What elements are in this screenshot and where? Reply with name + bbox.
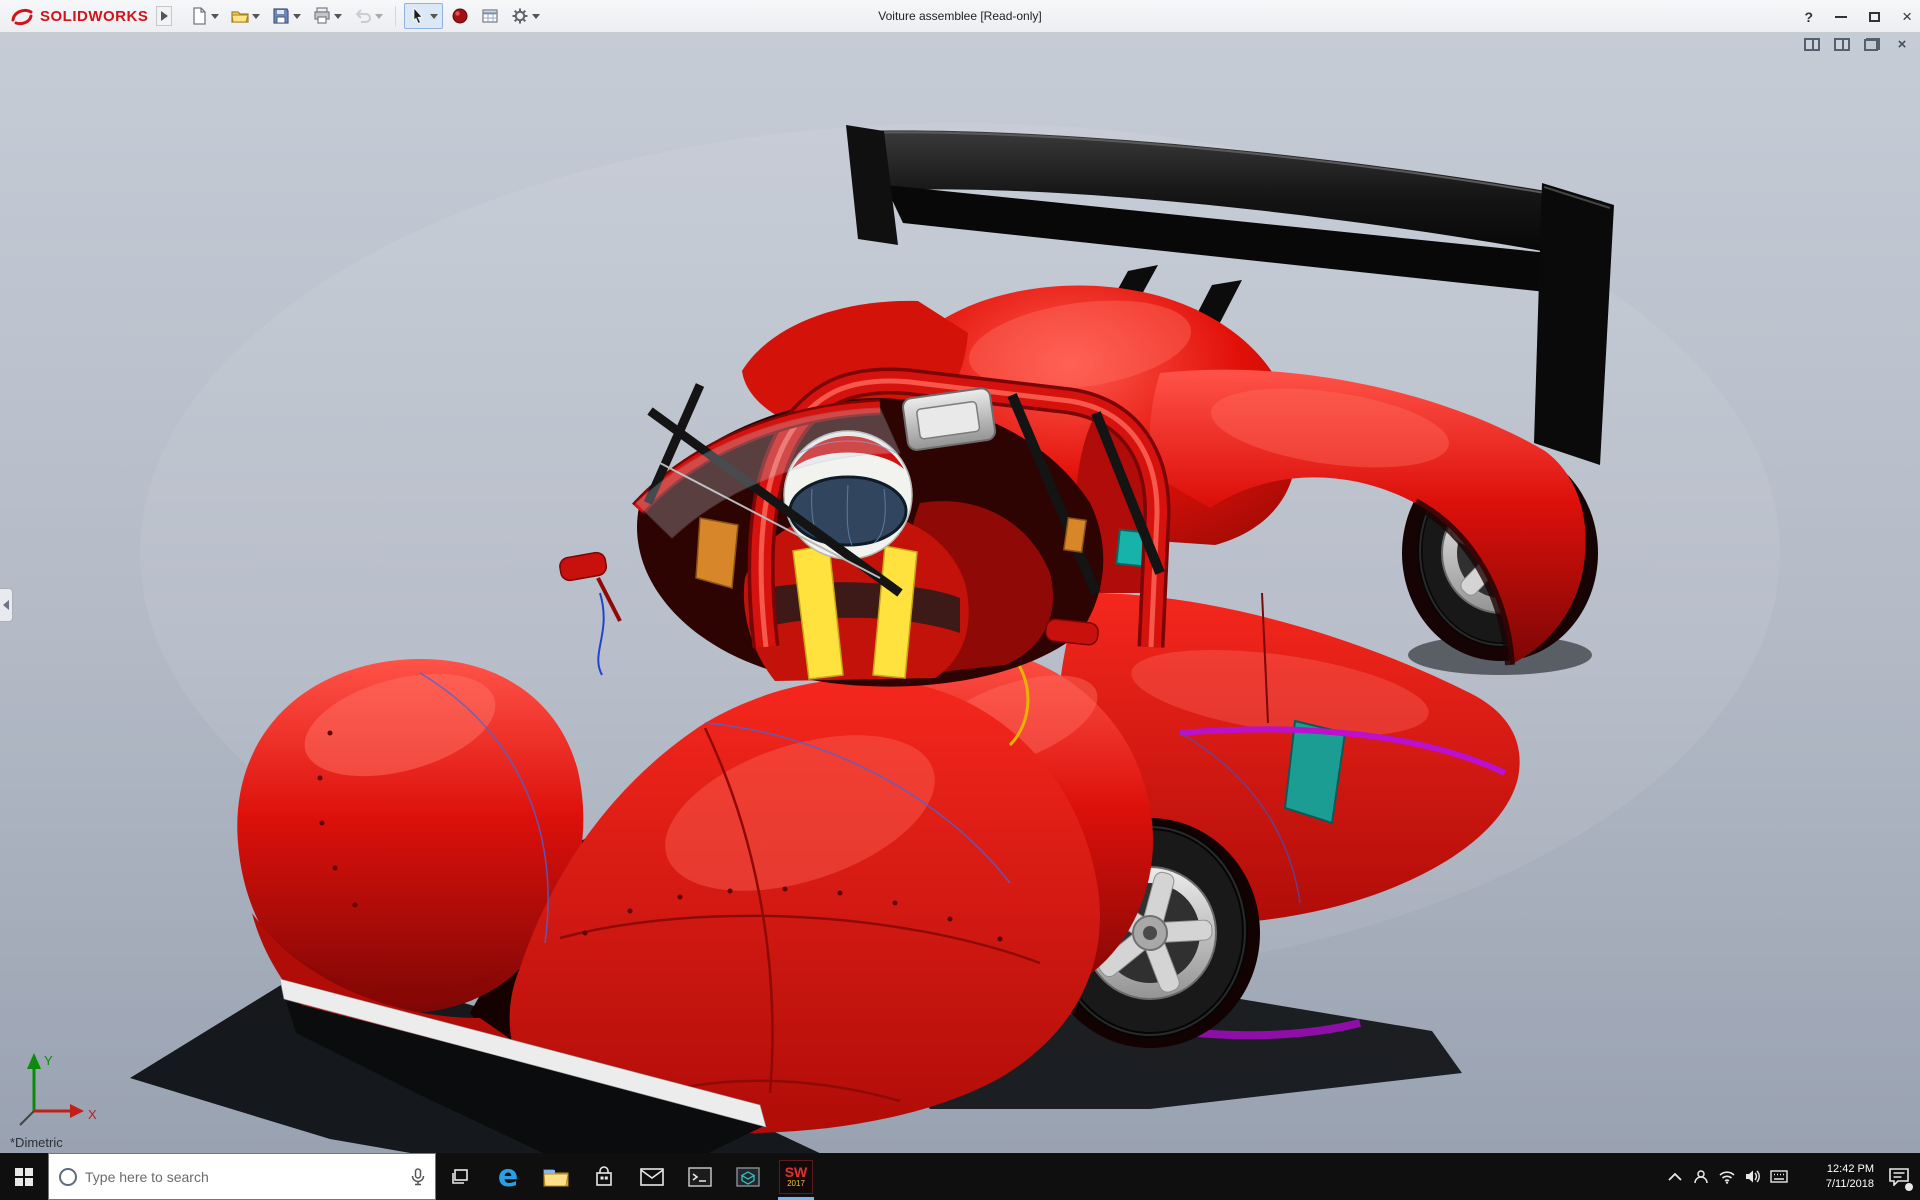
task-view-button[interactable] (436, 1153, 484, 1200)
command-prompt-button[interactable] (676, 1153, 724, 1200)
dark-app-icon (736, 1167, 760, 1187)
dropdown-caret-icon[interactable] (211, 14, 219, 19)
help-button[interactable]: ? (1805, 9, 1814, 25)
graphics-viewport[interactable]: × (0, 33, 1920, 1153)
dropdown-caret-icon[interactable] (532, 14, 540, 19)
windows-taskbar: e SW 20 (0, 1153, 1920, 1200)
tray-volume-button[interactable] (1740, 1153, 1766, 1200)
notification-badge (1905, 1183, 1913, 1191)
print-icon (313, 7, 331, 25)
undo-button[interactable] (350, 4, 387, 28)
search-input[interactable] (85, 1169, 403, 1185)
window-controls: ? × (1805, 0, 1913, 33)
file-explorer-button[interactable] (532, 1153, 580, 1200)
solidworks-logo: SOLIDWORKS (0, 6, 156, 26)
options-button[interactable] (507, 4, 544, 28)
undo-icon (354, 7, 372, 25)
task-view-icon (450, 1167, 470, 1187)
design-table-button[interactable] (477, 4, 503, 28)
dropdown-caret-icon[interactable] (252, 14, 260, 19)
person-icon (1693, 1169, 1709, 1185)
options-gear-icon (511, 7, 529, 25)
microphone-icon[interactable] (411, 1168, 425, 1186)
clock-time: 12:42 PM (1792, 1162, 1874, 1177)
expand-panel-arrow-icon (3, 600, 9, 610)
file-explorer-icon (543, 1166, 569, 1188)
dropdown-caret-icon[interactable] (334, 14, 342, 19)
select-arrow-icon (409, 7, 427, 25)
app-menubar: SOLIDWORKS (0, 0, 1920, 33)
rear-view-mirror[interactable] (902, 387, 996, 451)
document-window-controls: × (1804, 38, 1910, 52)
3d-model-race-car[interactable] (0, 33, 1920, 1153)
wifi-icon (1718, 1170, 1736, 1184)
maximize-button[interactable] (1869, 12, 1880, 22)
y-axis-label: Y (44, 1053, 53, 1068)
expand-arrow-icon (161, 11, 168, 21)
system-tray: 12:42 PM 7/11/2018 (1662, 1153, 1920, 1200)
appearance-sphere-icon (451, 7, 469, 25)
open-folder-icon (231, 7, 249, 25)
orientation-triad: Y X (10, 1047, 106, 1131)
save-floppy-icon (272, 7, 290, 25)
close-button[interactable]: × (1902, 8, 1912, 25)
dark-app-button[interactable] (724, 1153, 772, 1200)
solidworks-taskbar-button[interactable]: SW 2017 (772, 1153, 820, 1200)
dropdown-caret-icon[interactable] (430, 14, 438, 19)
clock-date: 7/11/2018 (1792, 1177, 1874, 1192)
appearance-button[interactable] (447, 4, 473, 28)
edge-icon: e (498, 1162, 518, 1192)
standard-toolbar (186, 3, 544, 29)
dropdown-caret-icon[interactable] (375, 14, 383, 19)
select-button[interactable] (404, 3, 443, 29)
start-button[interactable] (0, 1153, 48, 1200)
brand-text: SOLIDWORKS (40, 8, 148, 25)
chevron-up-icon (1668, 1172, 1682, 1181)
taskbar-clock[interactable]: 12:42 PM 7/11/2018 (1792, 1162, 1878, 1192)
split-view-right-icon[interactable] (1834, 38, 1850, 51)
dropdown-caret-icon[interactable] (293, 14, 301, 19)
open-button[interactable] (227, 4, 264, 28)
view-orientation-label: *Dimetric (10, 1135, 63, 1150)
store-button[interactable] (580, 1153, 628, 1200)
right-wing-mirror[interactable] (1045, 618, 1099, 645)
document-close-icon[interactable]: × (1894, 38, 1910, 52)
orange-panel-left (696, 518, 738, 588)
save-button[interactable] (268, 4, 305, 28)
tray-people-button[interactable] (1688, 1153, 1714, 1200)
menu-expand-button[interactable] (156, 6, 172, 26)
feature-manager-collapsed-tab[interactable] (0, 588, 13, 622)
command-prompt-icon (688, 1167, 712, 1187)
toolbar-separator (395, 6, 396, 26)
tray-keyboard-button[interactable] (1766, 1153, 1792, 1200)
solidworks-app-icon: SW 2017 (779, 1160, 813, 1194)
new-document-button[interactable] (186, 4, 223, 28)
store-bag-icon (593, 1166, 615, 1188)
action-center-button[interactable] (1878, 1153, 1920, 1200)
mail-button[interactable] (628, 1153, 676, 1200)
minimize-button[interactable] (1835, 16, 1847, 18)
speaker-icon (1745, 1169, 1762, 1184)
print-button[interactable] (309, 4, 346, 28)
document-restore-icon[interactable] (1864, 38, 1880, 51)
orange-panel-right (1064, 518, 1086, 552)
x-axis-label: X (88, 1107, 97, 1122)
windows-logo-icon (15, 1168, 33, 1186)
tray-network-button[interactable] (1714, 1153, 1740, 1200)
design-table-icon (481, 7, 499, 25)
search-icon (59, 1168, 77, 1186)
edge-button[interactable]: e (484, 1153, 532, 1200)
touch-keyboard-icon (1770, 1170, 1788, 1183)
mail-icon (640, 1168, 664, 1186)
tray-expand-button[interactable] (1662, 1153, 1688, 1200)
split-view-left-icon[interactable] (1804, 38, 1820, 51)
taskbar-search[interactable] (48, 1153, 436, 1200)
3ds-logo-icon (10, 6, 34, 26)
new-document-icon (190, 7, 208, 25)
